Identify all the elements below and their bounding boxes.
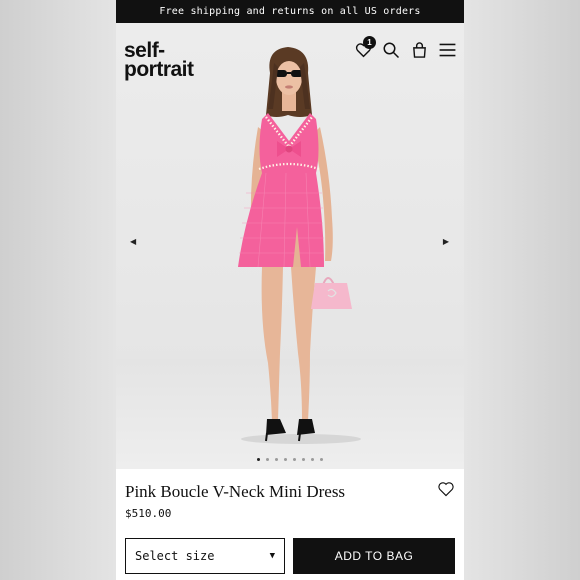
mobile-page: Free shipping and returns on all US orde…: [116, 0, 464, 580]
promo-banner: Free shipping and returns on all US orde…: [116, 0, 464, 23]
menu-icon: [439, 43, 455, 57]
wishlist-button[interactable]: 1: [352, 36, 376, 61]
brand-logo[interactable]: self- portrait: [124, 40, 194, 81]
bag-button[interactable]: [408, 39, 430, 61]
search-button[interactable]: [380, 39, 402, 61]
pagination-dot[interactable]: [320, 458, 323, 461]
pagination-dot[interactable]: [293, 458, 296, 461]
promo-text: Free shipping and returns on all US orde…: [159, 6, 421, 17]
header-actions: 1: [352, 36, 458, 61]
heart-icon: [438, 482, 454, 497]
wishlist-count-badge: 1: [363, 36, 376, 49]
product-wishlist-button[interactable]: [437, 481, 455, 502]
gallery-pagination: [116, 458, 464, 461]
logo-line-2: portrait: [124, 58, 194, 81]
pagination-dot[interactable]: [266, 458, 269, 461]
add-to-bag-button[interactable]: ADD TO BAG: [293, 538, 455, 574]
size-select-label: Select size: [135, 549, 215, 563]
search-icon: [383, 42, 400, 59]
product-price: $510.00: [125, 507, 172, 520]
pagination-dot[interactable]: [311, 458, 314, 461]
product-model-image: [238, 47, 361, 444]
pagination-dot[interactable]: [284, 458, 287, 461]
next-image-arrow[interactable]: ▶: [443, 237, 449, 246]
chevron-down-icon: ▼: [269, 551, 275, 561]
menu-button[interactable]: [436, 39, 458, 61]
product-image-gallery[interactable]: self- portrait 1 ◀ ▶: [116, 23, 464, 469]
product-info: Pink Boucle V-Neck Mini Dress $510.00 Se…: [116, 469, 464, 580]
pagination-dot[interactable]: [257, 458, 260, 461]
previous-image-arrow[interactable]: ◀: [130, 237, 136, 246]
bag-icon: [412, 42, 426, 58]
pagination-dot[interactable]: [302, 458, 305, 461]
pagination-dot[interactable]: [275, 458, 278, 461]
size-select[interactable]: Select size ▼: [125, 538, 285, 574]
add-to-bag-label: ADD TO BAG: [334, 549, 414, 563]
product-title: Pink Boucle V-Neck Mini Dress: [125, 482, 346, 501]
